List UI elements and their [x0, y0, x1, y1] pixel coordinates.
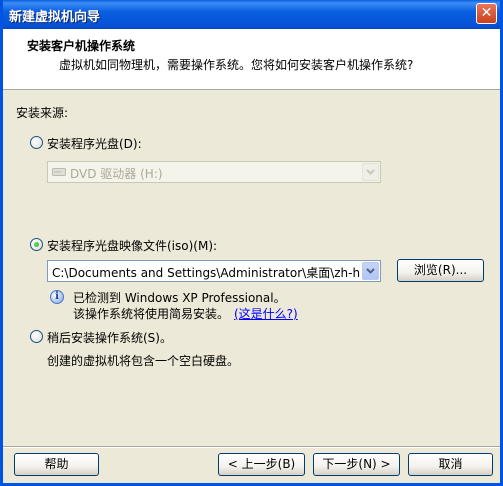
dvd-drive-icon: [52, 166, 66, 178]
disc-drive-select[interactable]: DVD 驱动器 (H:): [47, 161, 381, 183]
blank-disk-note: 创建的虚拟机将包含一个空白硬盘。: [47, 354, 240, 368]
back-button[interactable]: < 上一步(B): [218, 453, 305, 476]
wizard-window: 新建虚拟机向导 ✕ 安装客户机操作系统 虚拟机如同物理机，需要操作系统。您将如何…: [0, 0, 503, 486]
disc-drive-dropdown-button[interactable]: [362, 163, 379, 181]
disc-option-label[interactable]: 安装程序光盘(D):: [47, 135, 142, 152]
iso-path-combobox[interactable]: C:\Documents and Settings\Administrator\…: [47, 260, 381, 282]
chevron-down-icon: [366, 268, 375, 274]
cancel-button[interactable]: 取消: [408, 453, 493, 476]
easy-install-text: 该操作系统将使用简易安装。: [73, 307, 230, 321]
detected-os-text: 已检测到 Windows XP Professional。: [73, 291, 286, 305]
radio-selected-dot: [34, 242, 39, 247]
disc-drive-value: DVD 驱动器 (H:): [70, 167, 163, 181]
help-button[interactable]: 帮助: [14, 453, 99, 476]
info-icon: i: [50, 290, 64, 304]
page-subtitle: 虚拟机如同物理机，需要操作系统。您将如何安装客户机操作系统?: [59, 58, 414, 72]
later-radio[interactable]: [30, 330, 43, 343]
page-title: 安装客户机操作系统: [27, 39, 136, 53]
iso-path-value[interactable]: C:\Documents and Settings\Administrator\…: [52, 264, 360, 281]
browse-button[interactable]: 浏览(R)...: [397, 259, 484, 282]
iso-option-label[interactable]: 安装程序光盘映像文件(iso)(M):: [47, 237, 217, 254]
whats-this-link[interactable]: (这是什么?): [234, 305, 298, 322]
chevron-down-icon: [366, 169, 375, 175]
footer-divider: [3, 446, 500, 448]
iso-path-dropdown-button[interactable]: [362, 262, 379, 280]
install-source-label: 安装来源:: [16, 106, 69, 120]
next-button[interactable]: 下一步(N) >: [313, 453, 400, 476]
window-title: 新建虚拟机向导: [9, 10, 101, 25]
title-bar[interactable]: 新建虚拟机向导 ✕: [3, 0, 500, 29]
close-button[interactable]: ✕: [476, 3, 497, 24]
wizard-header: 安装客户机操作系统 虚拟机如同物理机，需要操作系统。您将如何安装客户机操作系统?: [3, 29, 500, 90]
iso-radio[interactable]: [30, 238, 43, 251]
disc-radio[interactable]: [30, 136, 43, 149]
later-option-label[interactable]: 稍后安装操作系统(S)。: [47, 329, 172, 346]
